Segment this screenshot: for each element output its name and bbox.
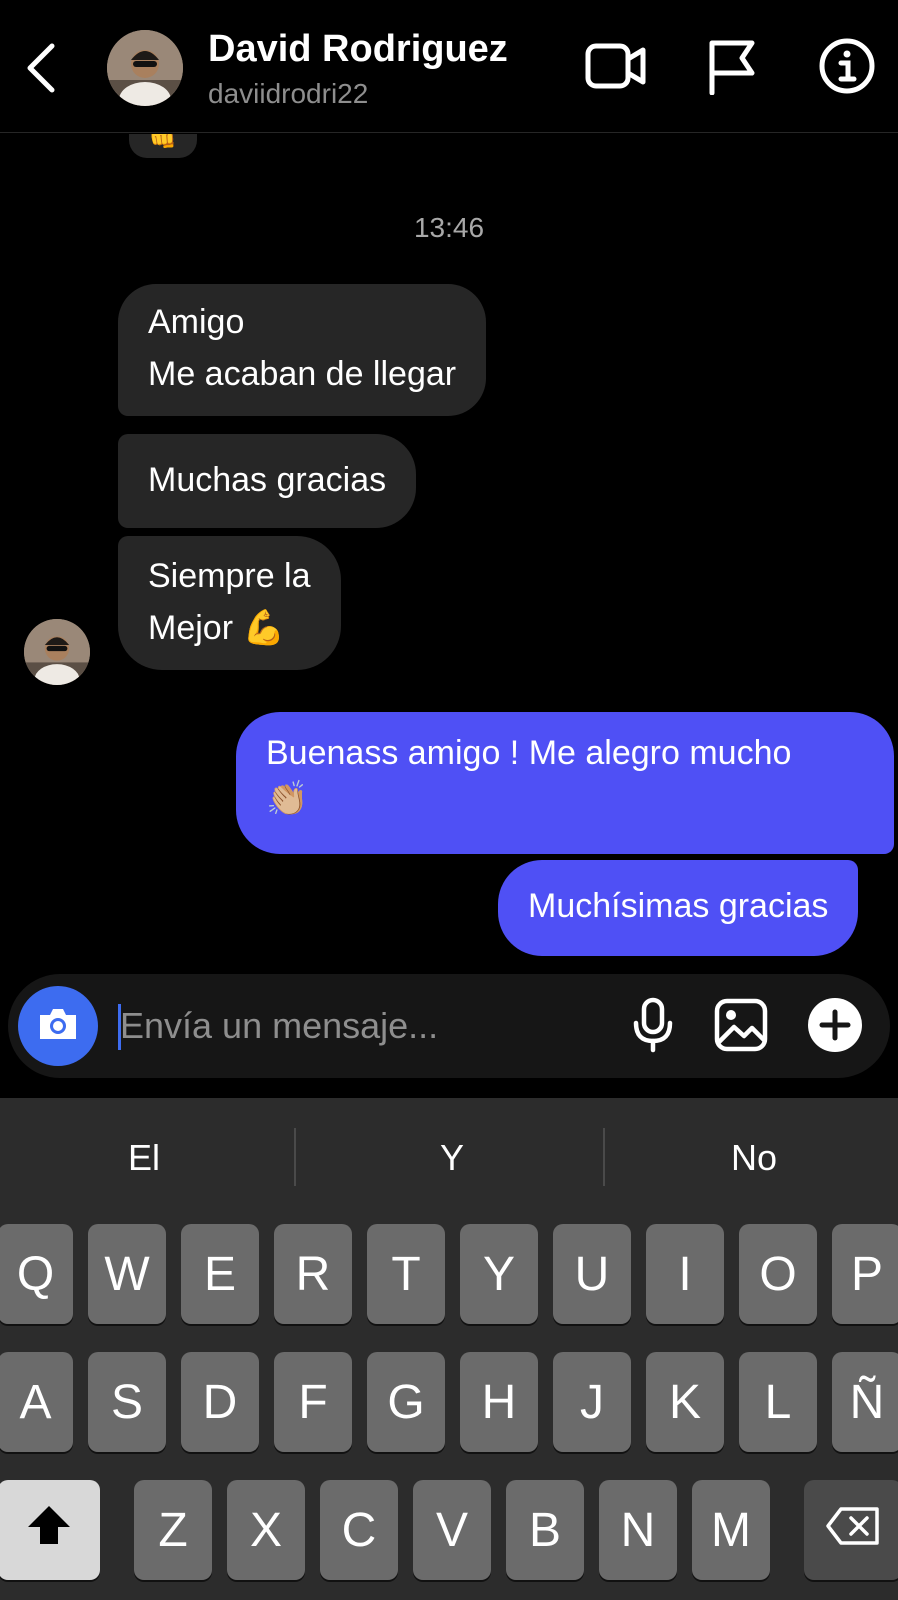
key-r[interactable]: R: [274, 1224, 352, 1324]
outgoing-message[interactable]: Muchísimas gracias: [498, 860, 859, 956]
key-c[interactable]: C: [320, 1480, 398, 1580]
shift-key[interactable]: [0, 1480, 100, 1580]
key-u[interactable]: U: [553, 1224, 631, 1324]
add-icon: [807, 997, 863, 1058]
key-p[interactable]: P: [832, 1224, 898, 1324]
gallery-icon: [714, 998, 768, 1057]
info-button[interactable]: [815, 36, 879, 100]
contact-avatar[interactable]: [107, 30, 183, 106]
info-icon: [818, 37, 876, 100]
key-a[interactable]: A: [0, 1352, 73, 1452]
key-i[interactable]: I: [646, 1224, 724, 1324]
suggestion-el[interactable]: El: [0, 1128, 288, 1188]
shift-icon: [26, 1503, 72, 1558]
message-input[interactable]: [120, 998, 590, 1054]
key-enye[interactable]: Ñ: [832, 1352, 898, 1452]
gallery-button[interactable]: [710, 996, 772, 1058]
camera-icon: [36, 1006, 80, 1047]
incoming-message[interactable]: Amigo Me acaban de llegar: [118, 284, 487, 416]
incoming-message[interactable]: Siempre la Mejor 💪: [118, 536, 341, 670]
key-x[interactable]: X: [227, 1480, 305, 1580]
on-screen-keyboard: El Y No Q W E R T Y U I O P A S D F G H …: [0, 1098, 898, 1600]
message-text: Siempre la: [148, 557, 311, 595]
message-text: Me acaban de llegar: [148, 355, 457, 393]
back-button[interactable]: [20, 40, 60, 100]
video-call-button[interactable]: [584, 36, 648, 100]
key-z[interactable]: Z: [134, 1480, 212, 1580]
outgoing-message[interactable]: Buenass amigo ! Me alegro mucho 👏🏼: [236, 712, 894, 854]
key-t[interactable]: T: [367, 1224, 445, 1324]
key-q[interactable]: Q: [0, 1224, 73, 1324]
key-v[interactable]: V: [413, 1480, 491, 1580]
chat-header: David Rodriguez daviidrodri22: [0, 0, 898, 133]
more-options-button[interactable]: [804, 996, 866, 1058]
microphone-icon: [631, 997, 675, 1058]
backspace-icon: [825, 1503, 881, 1558]
contact-username[interactable]: daviidrodri22: [208, 78, 368, 110]
message-text: Mejor 💪: [148, 609, 285, 647]
back-icon: [22, 40, 58, 101]
key-h[interactable]: H: [460, 1352, 538, 1452]
key-e[interactable]: E: [181, 1224, 259, 1324]
message-text: Buenass amigo ! Me alegro mucho: [266, 734, 792, 772]
message-text: Muchas gracias: [148, 461, 387, 499]
message-text: Amigo: [148, 303, 245, 341]
report-button[interactable]: [700, 36, 764, 100]
key-d[interactable]: D: [181, 1352, 259, 1452]
key-o[interactable]: O: [739, 1224, 817, 1324]
message-timestamp: 13:46: [413, 212, 485, 243]
message-reaction: 👊: [129, 134, 197, 158]
key-n[interactable]: N: [599, 1480, 677, 1580]
suggestion-no[interactable]: No: [610, 1128, 898, 1188]
flag-icon: [706, 37, 758, 100]
key-f[interactable]: F: [274, 1352, 352, 1452]
voice-message-button[interactable]: [622, 996, 684, 1058]
contact-name[interactable]: David Rodriguez: [208, 28, 508, 71]
key-m[interactable]: M: [692, 1480, 770, 1580]
key-k[interactable]: K: [646, 1352, 724, 1452]
camera-button[interactable]: [18, 986, 98, 1066]
suggestion-divider: [294, 1128, 296, 1186]
key-g[interactable]: G: [367, 1352, 445, 1452]
key-w[interactable]: W: [88, 1224, 166, 1324]
sender-avatar[interactable]: [24, 619, 90, 685]
key-l[interactable]: L: [739, 1352, 817, 1452]
message-text: Muchísimas gracias: [528, 887, 829, 925]
key-y[interactable]: Y: [460, 1224, 538, 1324]
incoming-message[interactable]: Muchas gracias: [118, 434, 417, 528]
suggestion-divider: [603, 1128, 605, 1186]
key-j[interactable]: J: [553, 1352, 631, 1452]
delete-key[interactable]: [804, 1480, 898, 1580]
key-s[interactable]: S: [88, 1352, 166, 1452]
message-text: 👏🏼: [266, 780, 309, 818]
key-b[interactable]: B: [506, 1480, 584, 1580]
message-thread[interactable]: 👊 13:46 Amigo Me acaban de llegar Muchas…: [0, 134, 898, 974]
suggestion-y[interactable]: Y: [300, 1128, 604, 1188]
message-composer: [8, 974, 890, 1078]
video-call-icon: [585, 41, 647, 96]
